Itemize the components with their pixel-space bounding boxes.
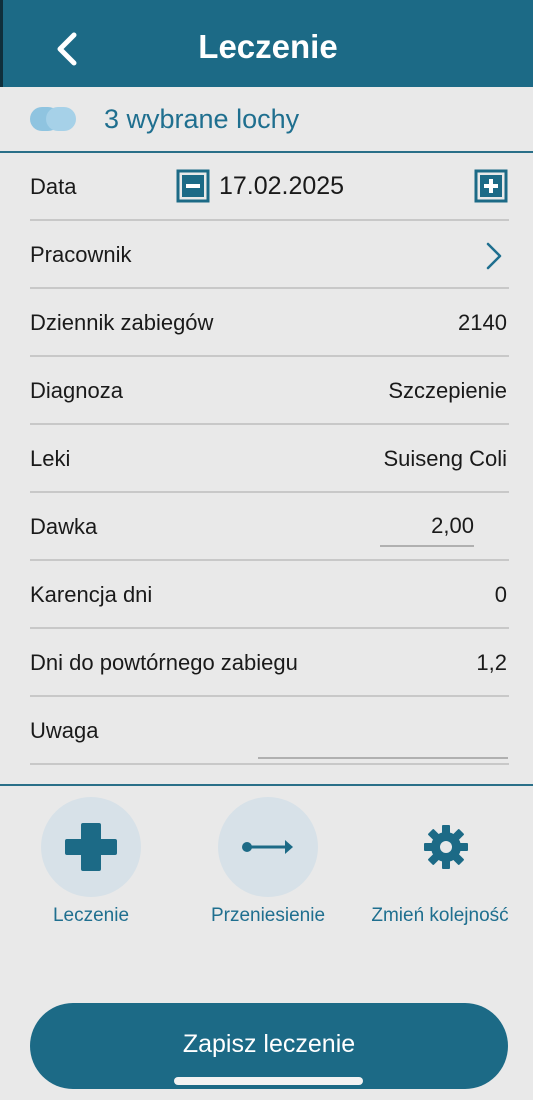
action-przeniesienie[interactable]: Przeniesienie [188, 797, 348, 937]
uwaga-input[interactable] [258, 725, 508, 759]
leki-label: Leki [30, 446, 71, 471]
action-leczenie[interactable]: Leczenie [11, 797, 171, 937]
powtorny-label: Dni do powtórnego zabiegu [30, 650, 298, 675]
arrow-right-icon [242, 840, 293, 854]
selected-sows-label: 3 wybrane lochy [104, 104, 300, 134]
zmien-action-label: Zmień kolejność [371, 905, 509, 926]
zmien-circle [396, 797, 496, 897]
screen: Leczenie 3 wybrane lochy Data 17.02.2025… [0, 0, 533, 1100]
section-divider [0, 784, 533, 786]
karencja-value: 0 [494, 582, 507, 607]
dawka-input[interactable] [380, 507, 474, 547]
date-value: 17.02.2025 [218, 172, 345, 200]
dziennik-value: 2140 [458, 310, 507, 335]
plus-square-icon[interactable] [474, 169, 508, 203]
divider [30, 763, 509, 765]
row-dawka: Dawka [0, 493, 533, 561]
powtorny-value: 1,2 [476, 650, 507, 675]
row-leki[interactable]: Leki Suiseng Coli [0, 425, 533, 493]
dziennik-label: Dziennik zabiegów [30, 310, 214, 335]
row-karencja: Karencja dni 0 [0, 561, 533, 629]
row-powtorny: Dni do powtórnego zabiegu 1,2 [0, 629, 533, 697]
przeniesienie-circle [218, 797, 318, 897]
home-indicator [174, 1077, 363, 1085]
row-diagnoza[interactable]: Diagnoza Szczepienie [0, 357, 533, 425]
pracownik-label: Pracownik [30, 242, 132, 267]
chevron-right-icon [486, 242, 502, 270]
gear-icon [424, 825, 468, 869]
uwaga-label: Uwaga [30, 718, 99, 743]
leki-value: Suiseng Coli [383, 446, 507, 471]
leczenie-action-label: Leczenie [52, 905, 130, 926]
diagnoza-label: Diagnoza [30, 378, 123, 403]
page-title: Leczenie [198, 28, 338, 65]
przeniesienie-action-label: Przeniesienie [210, 905, 326, 926]
karencja-label: Karencja dni [30, 582, 153, 607]
action-zmien-kolejnosc[interactable]: Zmień kolejność [366, 797, 526, 937]
row-dziennik: Dziennik zabiegów 2140 [0, 289, 533, 357]
row-date: Data 17.02.2025 [0, 153, 533, 221]
medical-cross-icon [65, 823, 117, 871]
leczenie-circle [41, 797, 141, 897]
selected-sows-bar[interactable]: 3 wybrane lochy [0, 87, 533, 153]
diagnoza-value: Szczepienie [388, 378, 507, 403]
top-header: Leczenie [0, 0, 533, 87]
row-uwaga: Uwaga [0, 697, 533, 765]
row-pracownik[interactable]: Pracownik [0, 221, 533, 289]
selection-pills-icon [30, 107, 78, 131]
dawka-label: Dawka [30, 514, 98, 539]
